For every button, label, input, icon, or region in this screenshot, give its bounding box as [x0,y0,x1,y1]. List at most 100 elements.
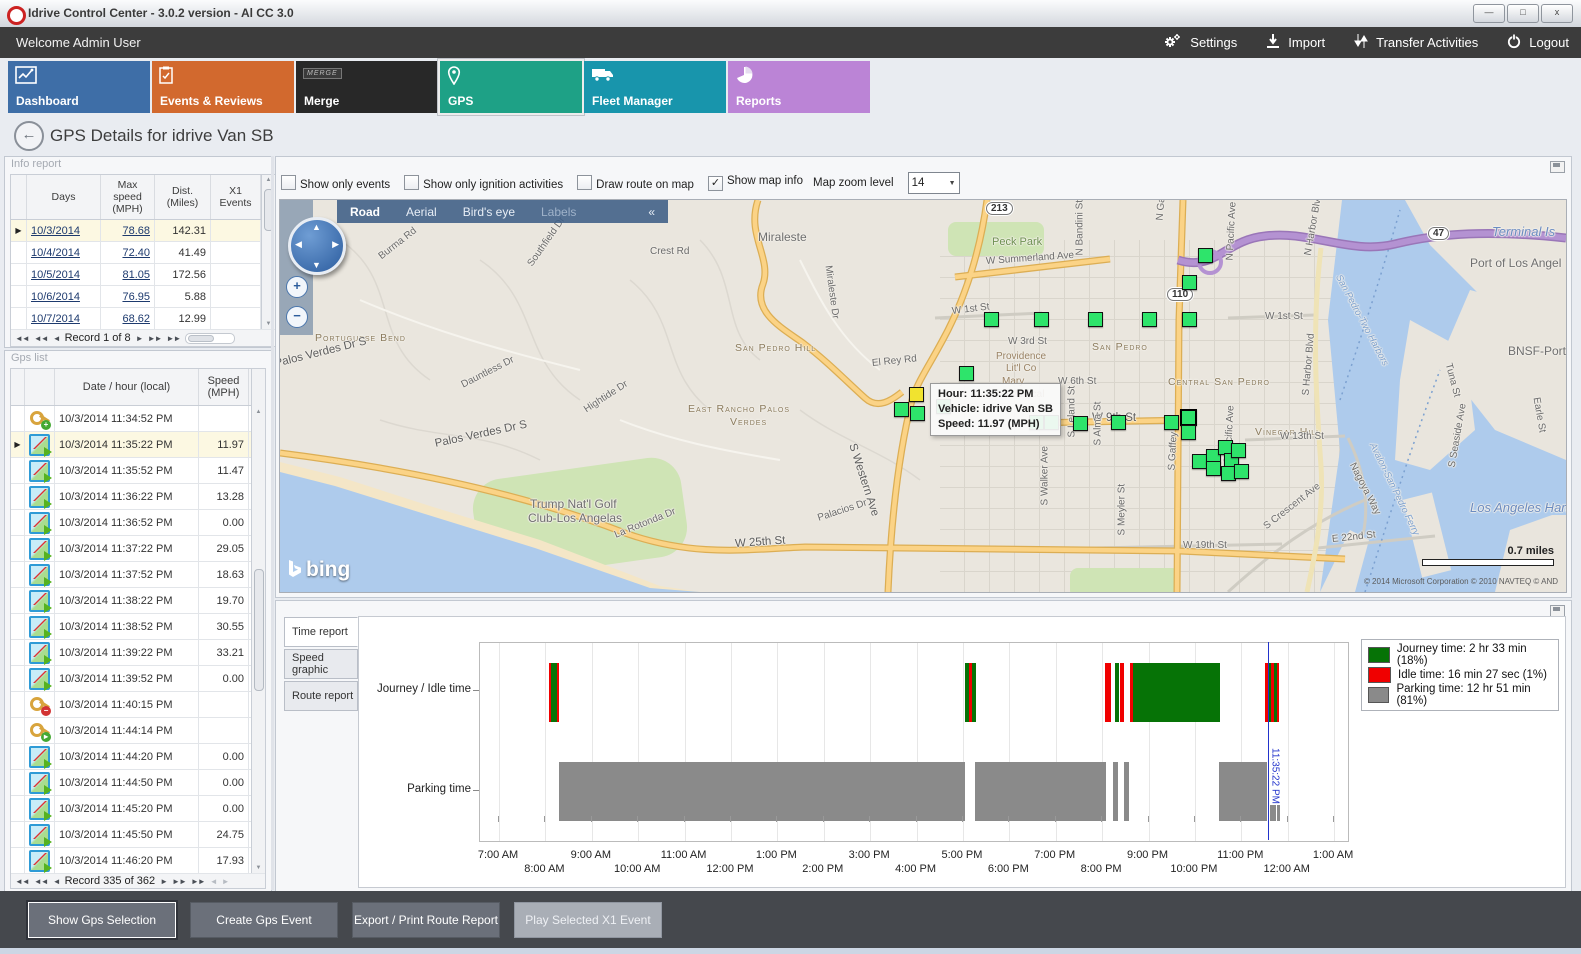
pager-scroll-right[interactable]: ► [222,877,229,886]
map-canvas[interactable]: Burma RdCrest RdMiralesteSouthfield DrMi… [280,200,1566,592]
vertical-scrollbar[interactable]: ▲▼ [251,369,265,873]
max-speed-link[interactable]: 72.40 [122,247,150,259]
gps-list-row[interactable]: 10/3/2014 11:37:22 PM29.05 [11,536,265,562]
gps-marker[interactable] [1192,454,1207,469]
gps-marker[interactable] [894,402,909,417]
gps-marker[interactable] [1198,248,1213,263]
gps-marker[interactable] [1073,416,1088,431]
column-header[interactable] [11,175,27,219]
toolbar-action-logout[interactable]: Logout [1506,33,1569,52]
create-gps-event-button[interactable]: Create Gps Event [190,902,338,938]
gps-marker[interactable] [959,366,974,381]
max-speed-link[interactable]: 81.05 [122,269,150,281]
pager-first-button[interactable]: ◄◄ [15,877,29,886]
table-row[interactable]: 10/7/201468.6212.99 [11,308,275,330]
table-row[interactable]: 10/6/201476.955.88 [11,286,275,308]
max-speed-cell[interactable]: 81.05 [101,264,155,285]
map-compass-control[interactable]: ▲▼◀▶ [288,217,346,275]
gps-marker[interactable] [1182,312,1197,327]
pager-prev-button[interactable]: ◄ [53,334,60,343]
column-header[interactable]: Speed (MPH) [199,369,249,405]
day-link[interactable]: 10/7/2014 [31,313,80,325]
pager-nextpage-button[interactable]: ►► [148,334,162,343]
gps-marker[interactable] [1164,415,1179,430]
pager-first-button[interactable]: ◄◄ [15,334,29,343]
column-header[interactable]: Days [27,175,101,219]
column-header[interactable]: Date / hour (local) [55,369,199,405]
pager-prevpage-button[interactable]: ◄◄ [34,877,48,886]
gps-list-row[interactable]: 10/3/2014 11:35:52 PM11.47 [11,458,265,484]
panel-splitter[interactable] [271,156,274,890]
pan-right-icon[interactable]: ▶ [332,239,339,250]
gps-list-row[interactable]: 10/3/2014 11:38:52 PM30.55 [11,614,265,640]
tab-route-report[interactable]: Route report [284,681,358,711]
close-button[interactable]: x [1541,4,1573,23]
gps-marker[interactable] [1180,409,1197,426]
zoom-in-button[interactable]: + [286,276,308,298]
scroll-down-icon[interactable]: ▼ [252,865,265,871]
day-link[interactable]: 10/3/2014 [31,225,80,237]
gps-marker[interactable] [910,406,925,421]
days-cell[interactable]: 10/6/2014 [27,286,101,307]
gps-marker[interactable] [1142,312,1157,327]
gps-marker[interactable] [1034,312,1049,327]
scroll-up-icon[interactable]: ▲ [252,409,265,415]
column-header[interactable]: Max speed (MPH) [101,175,155,219]
tab-time-report[interactable]: Time report [284,617,358,647]
zoom-out-button[interactable]: − [286,306,308,328]
gps-marker[interactable] [1111,415,1126,430]
map-view-labels[interactable]: Labels [528,205,589,219]
toolbar-action-transfer-activities[interactable]: Transfer Activities [1353,33,1478,52]
gps-list-row[interactable]: ▶10/3/2014 11:35:22 PM11.97 [11,432,265,458]
gps-list-row[interactable]: 10/3/2014 11:36:22 PM13.28 [11,484,265,510]
days-cell[interactable]: 10/3/2014 [27,220,101,241]
column-header[interactable]: X1 Events [211,175,261,219]
gps-marker[interactable] [1234,464,1249,479]
gps-marker[interactable] [1231,443,1246,458]
tab-dashboard[interactable]: Dashboard [8,61,150,113]
max-speed-cell[interactable]: 76.95 [101,286,155,307]
max-speed-cell[interactable]: 68.62 [101,308,155,329]
gps-list-row[interactable]: 10/3/2014 11:44:50 PM0.00 [11,770,265,796]
gps-list-row[interactable]: ▸10/3/2014 11:44:14 PM [11,718,265,744]
tab-events-reviews[interactable]: Events & Reviews [152,61,294,113]
checkbox-show-only-ignition-activities[interactable]: Show only ignition activities [404,175,563,191]
pager-prev-button[interactable]: ◄ [53,877,60,886]
column-header[interactable] [11,369,25,405]
gps-list-row[interactable]: 10/3/2014 11:39:52 PM0.00 [11,666,265,692]
gps-marker[interactable] [1206,461,1221,476]
minimize-button[interactable]: — [1473,4,1505,23]
max-speed-link[interactable]: 78.68 [122,225,150,237]
checkbox-show-map-info[interactable]: ✓Show map info [708,175,803,191]
tab-merge[interactable]: MERGEMerge [296,61,438,113]
gps-list-row[interactable]: 10/3/2014 11:36:52 PM0.00 [11,510,265,536]
gps-list-row[interactable]: 10/3/2014 11:37:52 PM18.63 [11,562,265,588]
panel-collapse-icon[interactable] [1550,161,1565,173]
gps-marker-current[interactable] [909,387,924,402]
scrollbar-thumb[interactable] [254,569,264,691]
days-cell[interactable]: 10/4/2014 [27,242,101,263]
toolbar-action-import[interactable]: Import [1265,33,1325,52]
checkbox-draw-route-on-map[interactable]: Draw route on map [577,175,694,191]
table-row[interactable]: 10/4/201472.4041.49 [11,242,275,264]
max-speed-link[interactable]: 76.95 [122,291,150,303]
map-view-road[interactable]: Road [337,205,393,219]
tab-reports[interactable]: Reports [728,61,870,113]
table-row[interactable]: 10/5/201481.05172.56 [11,264,275,286]
gps-list-row[interactable]: 10/3/2014 11:38:22 PM19.70 [11,588,265,614]
pager-nextpage-button[interactable]: ►► [172,877,186,886]
checkbox-box[interactable] [281,175,296,190]
horizontal-scrollbar[interactable] [185,333,235,344]
day-link[interactable]: 10/4/2014 [31,247,80,259]
days-cell[interactable]: 10/5/2014 [27,264,101,285]
map-view-aerial[interactable]: Aerial [393,205,450,219]
pager-last-button[interactable]: ►► [166,334,180,343]
pan-left-icon[interactable]: ◀ [295,239,302,250]
tab-speed-graphic[interactable]: Speed graphic [284,649,358,679]
gps-list-row[interactable]: 10/3/2014 11:45:50 PM24.75 [11,822,265,848]
max-speed-cell[interactable]: 72.40 [101,242,155,263]
gps-list-row[interactable]: −10/3/2014 11:40:15 PM [11,692,265,718]
pager-next-button[interactable]: ► [160,877,167,886]
checkbox-show-only-events[interactable]: Show only events [281,175,390,191]
gps-list-row[interactable]: 10/3/2014 11:46:20 PM17.93 [11,848,265,874]
